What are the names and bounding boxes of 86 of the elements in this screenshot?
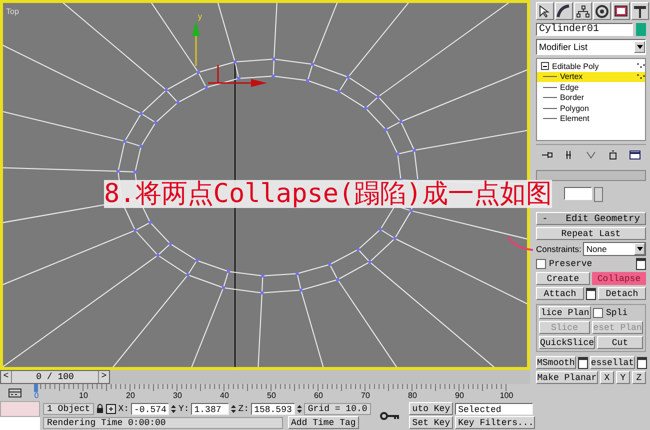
frame-label: 30 [172,391,183,400]
panel-button[interactable]: lice Plan [539,306,591,319]
panel-button[interactable]: X [600,371,614,384]
curved-stroke-icon [556,4,572,18]
frame-label: 100 [498,391,514,400]
stack-item[interactable]: Element [537,114,645,124]
panel-button[interactable]: Y [616,371,630,384]
set-key-button[interactable]: Set Key [409,416,454,429]
frame-label: 60 [313,391,324,400]
panel-button[interactable]: Detach [598,287,646,300]
add-time-tag-button[interactable]: Add Time Tag [288,416,359,429]
annotation-text: 8.将两点Collapse(蹋陷)成一点如图 [104,180,552,208]
caret-icon [636,246,642,250]
settings-icon[interactable] [636,258,646,270]
key-filters-button[interactable]: Key Filters... [455,416,536,429]
axis-label: X: [118,404,130,414]
frame-label: 10 [78,391,89,400]
script-listener-field[interactable] [0,401,40,416]
key-mode-dropdown[interactable]: Selected [455,402,534,414]
spinner-icon[interactable] [594,187,603,202]
field-label: Constraints: [536,244,582,254]
checkbox[interactable] [593,308,603,318]
axis-label: y [198,12,202,21]
frame-counter: 0 / 100 [35,371,75,383]
dots-icon [637,63,645,70]
grid-size: Grid = 10.0 [304,402,372,414]
stack-item[interactable]: Editable Poly [537,61,645,72]
stack-item[interactable]: Vertex [537,72,645,82]
stack-label: Editable Poly [552,62,599,71]
panel-button[interactable]: Repeat Last [536,227,646,240]
object-name-field[interactable]: Cylinder01 [536,23,633,36]
lock-icon [96,404,104,413]
color-swatch[interactable] [636,23,646,36]
window-icon [629,150,641,160]
caret-icon [636,45,642,49]
panel-button[interactable]: MSmooth [536,356,576,369]
frame-label: 70 [360,391,371,400]
frame-label: 90 [454,391,465,400]
coordinate-field[interactable]: 158.593 [251,402,295,414]
coordinate-field[interactable]: -0.574 [131,402,170,414]
absolute-mode-icon [106,404,116,414]
checkbox-label: Preserve [549,258,592,268]
monitor-icon [613,4,629,18]
auto-key-button[interactable]: uto Key [409,402,454,415]
bin-icon [607,150,619,160]
hierarchy-icon [575,4,591,18]
stack-item[interactable]: Border [537,92,645,103]
panel-button[interactable]: Z [632,371,646,384]
settings-icon[interactable] [637,356,648,368]
script-output-field[interactable] [0,416,40,430]
v-shape-icon [585,150,597,160]
frame-label: 0 [33,391,40,400]
selection-count: 1 Object [43,402,94,414]
stack-item[interactable]: Edge [537,82,645,92]
modifier-list-dropdown[interactable]: Modifier List [536,39,646,55]
settings-icon[interactable] [586,288,596,300]
rollout-header[interactable]: - Edit Geometry [536,212,646,225]
stack-item[interactable]: Polygon [537,103,645,114]
dots-icon [637,74,645,80]
wheel-icon [594,4,610,18]
axis-label: Y: [178,404,190,414]
collapse-box-icon[interactable] [541,62,549,70]
panel-button[interactable]: Create [536,272,590,285]
frame-label: 50 [266,391,277,400]
panel-button[interactable]: QuickSlice [539,336,596,349]
input-field[interactable] [564,187,592,200]
pin-icon [541,150,553,160]
frame-label: 80 [407,391,418,400]
next-frame-button[interactable]: > [98,371,109,383]
previous-frame-button[interactable]: < [1,371,12,383]
time-slider[interactable]: < 0 / 100 > [0,370,110,384]
panel-button[interactable]: Attach [536,287,584,300]
settings-icon[interactable] [578,356,588,368]
coordinate-field[interactable]: 1.387 [191,402,230,414]
checkbox-label: Spli [606,308,628,318]
axis-label: Z: [238,404,250,414]
panel-button[interactable]: essellat [590,356,636,369]
hammer-icon [632,4,648,18]
frame-label: 40 [219,391,230,400]
track-window-icon [8,388,22,398]
panel-button[interactable]: Cut [597,336,643,349]
checkbox[interactable] [536,258,546,268]
panel-button[interactable]: Make Planar [536,371,598,384]
dropdown[interactable]: None [583,242,646,256]
frame-label: 20 [125,391,136,400]
key-icon [380,410,400,420]
